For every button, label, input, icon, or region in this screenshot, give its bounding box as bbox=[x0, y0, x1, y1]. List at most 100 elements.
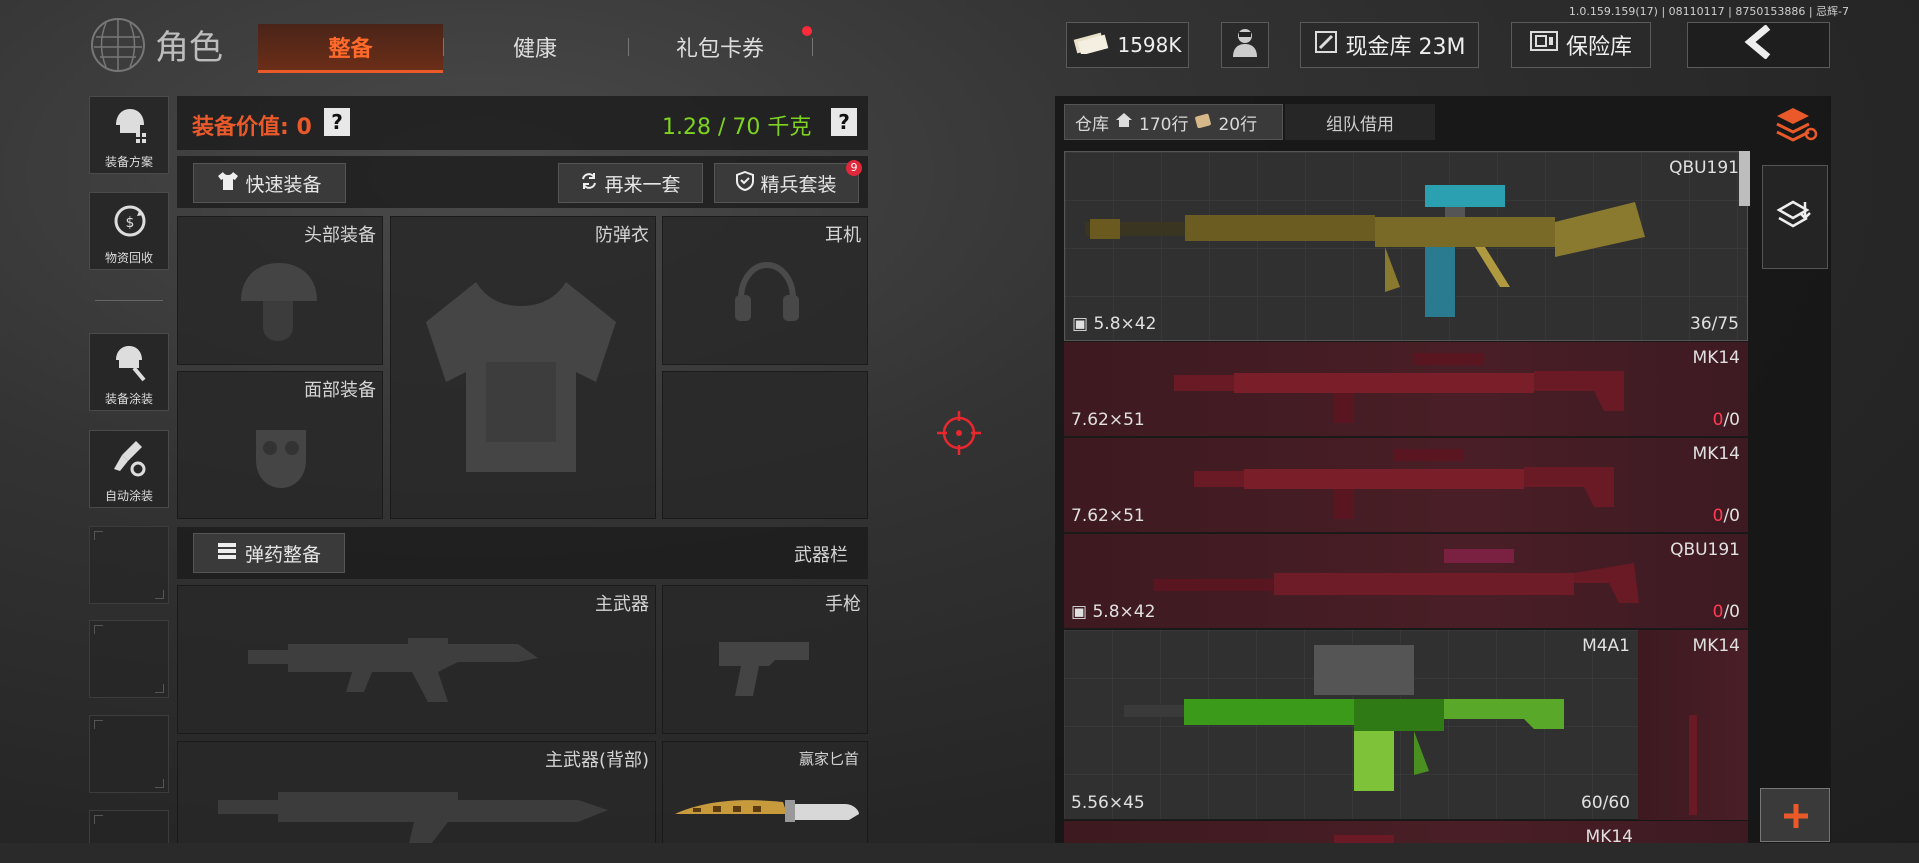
elite-set-label: 精兵套装 bbox=[760, 173, 837, 196]
bag-icon bbox=[1194, 112, 1212, 133]
tab-team-borrow[interactable]: 组队借用 bbox=[1285, 104, 1435, 140]
item-count-current: 0 bbox=[1712, 506, 1724, 526]
tab-warehouse-label: 仓库 bbox=[1075, 114, 1109, 135]
slot-face-label: 面部装备 bbox=[304, 380, 376, 401]
slot-knife-label: 赢家匕首 bbox=[798, 750, 859, 768]
item-count: 0/0 bbox=[1713, 602, 1740, 622]
slot-empty bbox=[662, 371, 868, 519]
sidebar-empty-slot[interactable] bbox=[89, 620, 169, 698]
operator-icon bbox=[1230, 26, 1260, 64]
slot-headset[interactable]: 耳机 bbox=[662, 216, 868, 365]
storage-item[interactable]: MK14 7.62×51 0/0 bbox=[1064, 342, 1748, 437]
quick-equip-label: 快速装备 bbox=[245, 173, 322, 196]
again-button[interactable]: 再来一套 bbox=[558, 163, 703, 203]
quick-equip-button[interactable]: 快速装备 bbox=[193, 163, 346, 203]
help-button[interactable]: ? bbox=[324, 108, 350, 136]
equipment-value: 装备价值: 0 bbox=[192, 115, 312, 140]
storage-item[interactable]: MK14 bbox=[1638, 630, 1748, 820]
tab-equip-label: 整备 bbox=[328, 37, 373, 62]
safe-vault-label: 保险库 bbox=[1565, 35, 1632, 60]
gas-mask-icon bbox=[256, 430, 306, 488]
sidebar-item-recycle[interactable]: $ 物资回收 bbox=[89, 192, 169, 270]
tab-warehouse[interactable]: 仓库 170行 20行 bbox=[1064, 104, 1283, 140]
slot-armor[interactable]: 防弹衣 bbox=[390, 216, 656, 519]
item-count: 60/60 bbox=[1581, 793, 1630, 813]
mk14-rifle-icon bbox=[1174, 353, 1624, 423]
sidebar-empty-slot[interactable] bbox=[89, 715, 169, 793]
sidebar-item-auto-paint[interactable]: 自动涂装 bbox=[89, 430, 169, 508]
rows-bag: 20行 bbox=[1218, 114, 1258, 135]
slot-primary[interactable]: 主武器 bbox=[177, 585, 656, 734]
tab-equip[interactable]: 整备 bbox=[258, 24, 443, 73]
helmet-icon bbox=[241, 263, 317, 341]
storage-item[interactable]: QBU191 ▣ 5.8×42 36/75 bbox=[1064, 151, 1748, 341]
item-caliber: 5.8×42 bbox=[1093, 314, 1157, 334]
tab-health[interactable]: 健康 bbox=[445, 24, 625, 70]
operator-button[interactable] bbox=[1221, 22, 1269, 68]
rifle-silhouette-icon bbox=[248, 638, 538, 702]
item-count-total: /0 bbox=[1723, 506, 1740, 526]
svg-text:$: $ bbox=[126, 215, 135, 231]
item-caliber: 5.56×45 bbox=[1071, 793, 1145, 813]
loadout-icon bbox=[116, 109, 146, 143]
version-text: 1.0.159.159(17) | 08110117 | 8750153886 … bbox=[1568, 5, 1849, 18]
slot-armor-label: 防弹衣 bbox=[595, 225, 649, 246]
add-button[interactable] bbox=[1760, 788, 1830, 842]
sidebar-item-label: 物资回收 bbox=[104, 251, 153, 265]
scrollbar-thumb[interactable] bbox=[1739, 151, 1750, 206]
item-caliber: 5.8×42 bbox=[1092, 602, 1156, 622]
item-caliber-row: ▣ 5.8×42 bbox=[1071, 602, 1155, 622]
item-caliber-row: ▣ 5.8×42 bbox=[1072, 314, 1156, 334]
sidebar-item-loadout[interactable]: 装备方案 bbox=[89, 96, 169, 174]
globe-logo-icon bbox=[88, 17, 148, 73]
page-title: 角色 bbox=[155, 28, 223, 68]
currency-amount: 1598K bbox=[1117, 33, 1182, 57]
storage-item[interactable]: M4A1 5.56×45 60/60 bbox=[1064, 630, 1638, 820]
back-arrow-icon bbox=[1744, 24, 1774, 65]
sidebar-item-skin[interactable]: 装备涂装 bbox=[89, 333, 169, 411]
sort-stack-icon[interactable] bbox=[1773, 104, 1819, 144]
item-name: MK14 bbox=[1692, 444, 1740, 464]
slot-face[interactable]: 面部装备 bbox=[177, 371, 383, 519]
item-name: M4A1 bbox=[1582, 636, 1630, 656]
item-count-total: /0 bbox=[1723, 410, 1740, 430]
layer-download-icon bbox=[1776, 200, 1811, 228]
tab-gifts-label: 礼包卡券 bbox=[675, 37, 764, 62]
item-count: 0/0 bbox=[1713, 506, 1740, 526]
sidebar-item-label: 装备涂装 bbox=[104, 392, 153, 406]
tab-divider bbox=[443, 38, 444, 56]
back-button[interactable] bbox=[1687, 22, 1830, 68]
safe-vault-button[interactable]: 保险库 bbox=[1511, 22, 1651, 68]
armor-vest-icon bbox=[426, 282, 616, 472]
slot-head[interactable]: 头部装备 bbox=[177, 216, 383, 365]
home-icon bbox=[1115, 112, 1133, 133]
ammo-icon bbox=[217, 541, 239, 566]
tab-divider bbox=[628, 38, 629, 56]
item-name: QBU191 bbox=[1670, 540, 1740, 560]
cash-vault-button[interactable]: 现金库 23M bbox=[1300, 22, 1479, 68]
elite-set-button[interactable]: 精兵套装 bbox=[714, 163, 859, 203]
tab-gifts[interactable]: 礼包卡券 bbox=[630, 24, 810, 70]
safe-icon bbox=[1529, 31, 1558, 59]
elite-badge: 9 bbox=[846, 160, 862, 176]
shirt-icon bbox=[217, 171, 239, 196]
m4a1-rifle-icon bbox=[1124, 645, 1564, 791]
storage-item[interactable]: MK14 7.62×51 0/0 bbox=[1064, 438, 1748, 533]
currency-display[interactable]: 1598K bbox=[1066, 22, 1189, 68]
layer-download-button[interactable] bbox=[1762, 165, 1828, 269]
qbu191-rifle-icon bbox=[1154, 549, 1639, 603]
weight-help-button[interactable]: ? bbox=[831, 108, 857, 136]
recycle-icon: $ bbox=[114, 205, 146, 237]
tab-health-label: 健康 bbox=[512, 37, 557, 62]
slot-head-label: 头部装备 bbox=[304, 225, 376, 246]
cash-icon bbox=[1073, 30, 1109, 60]
ammo-button[interactable]: 弹药整备 bbox=[193, 533, 345, 573]
item-count: 0/0 bbox=[1713, 410, 1740, 430]
cash-vault-label: 现金库 23M bbox=[1345, 35, 1466, 60]
mk14-rifle-icon bbox=[1689, 715, 1697, 815]
storage-item[interactable]: QBU191 ▣ 5.8×42 0/0 bbox=[1064, 534, 1748, 629]
sidebar-empty-slot[interactable] bbox=[89, 526, 169, 604]
weapon-bar-label: 武器栏 bbox=[794, 545, 848, 566]
item-count-current: 0 bbox=[1712, 602, 1724, 622]
slot-pistol[interactable]: 手枪 bbox=[662, 585, 868, 734]
